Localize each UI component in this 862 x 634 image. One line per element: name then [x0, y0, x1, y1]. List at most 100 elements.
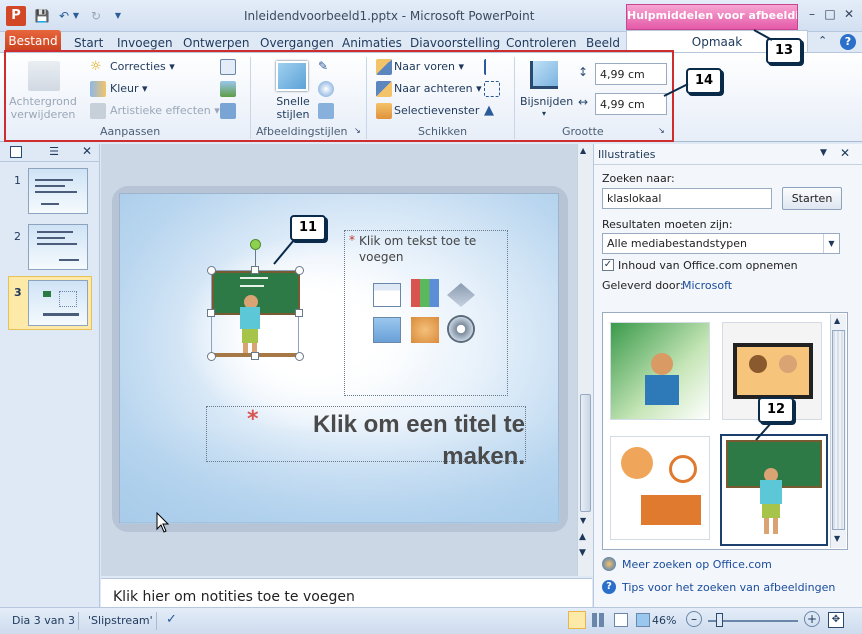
clipart-result-1[interactable]: [610, 322, 710, 420]
tab-bestand[interactable]: Bestand: [5, 30, 61, 52]
resize-handle[interactable]: [251, 352, 259, 360]
undo-dropdown-icon[interactable]: ▼: [72, 8, 80, 24]
status-divider: [78, 612, 79, 630]
picture-tools-context-tab: Hulpmiddelen voor afbeeldi...: [626, 4, 798, 30]
clipart-result-3[interactable]: [610, 436, 710, 540]
tips-link[interactable]: Tips voor het zoeken van afbeeldingen: [622, 581, 835, 594]
search-input[interactable]: [602, 188, 772, 209]
results-label: Resultaten moeten zijn:: [602, 218, 733, 231]
insert-smartart-icon[interactable]: [447, 283, 475, 307]
save-icon[interactable]: 💾: [34, 8, 50, 24]
zoom-slider-thumb[interactable]: [716, 613, 723, 627]
insert-table-icon[interactable]: [373, 283, 401, 307]
zoom-level[interactable]: 46%: [652, 614, 676, 627]
slide-thumbnail-1[interactable]: [28, 168, 88, 214]
chalkboard-writing: [240, 277, 268, 279]
redo-icon[interactable]: ↻: [88, 8, 104, 24]
resize-handle[interactable]: [295, 352, 304, 361]
task-pane-options-icon[interactable]: ▼: [820, 148, 827, 158]
more-office-icon: [602, 557, 616, 571]
rotation-handle-stem: [255, 250, 256, 267]
resize-handle[interactable]: [207, 266, 216, 275]
slide-counter: Dia 3 van 3: [12, 614, 75, 627]
rotation-handle[interactable]: [250, 239, 261, 250]
thumbnail-text: [37, 237, 65, 239]
task-pane-title: Illustraties: [598, 148, 656, 161]
clipart-figure: [764, 518, 769, 534]
slide-canvas[interactable]: * Klik om tekst toe te voegen * Klik om …: [119, 193, 560, 524]
content-placeholder[interactable]: * Klik om tekst toe te voegen: [344, 230, 508, 396]
spelling-check-icon[interactable]: ✓: [166, 612, 177, 627]
selected-clipart-picture[interactable]: [211, 270, 300, 357]
clipart-task-pane: Illustraties ▼ ✕ Zoeken naar: Starten Re…: [593, 144, 862, 607]
scroll-up-icon[interactable]: ▲: [834, 316, 840, 325]
resize-handle[interactable]: [207, 309, 215, 317]
gallery-scrollbar[interactable]: ▲ ▼: [830, 314, 846, 548]
ribbon-minimize-icon[interactable]: ⌃: [818, 34, 827, 47]
insert-media-icon[interactable]: [447, 315, 475, 343]
zoom-in-icon[interactable]: +: [804, 611, 820, 627]
zoom-out-icon[interactable]: –: [686, 611, 702, 627]
resize-handle[interactable]: [295, 309, 303, 317]
callout-14-line: [663, 83, 689, 97]
next-slide-icon[interactable]: ▼: [579, 548, 586, 558]
slide-vertical-scrollbar[interactable]: ▲ ▼ ▲ ▼: [577, 144, 593, 576]
resize-handle[interactable]: [207, 352, 216, 361]
scroll-down-icon[interactable]: ▼: [580, 516, 586, 525]
title-bar: P 💾 ↶ ▼ ↻ ▼ Inleidendvoorbeeld1.pptx - M…: [0, 0, 862, 32]
include-office-checkbox[interactable]: ✓: [602, 259, 614, 271]
outline-tab-icon[interactable]: ☰: [44, 145, 64, 159]
title-placeholder-text: Klik om een titel te maken.: [312, 411, 525, 470]
scroll-thumb[interactable]: [832, 330, 845, 530]
scroll-down-icon[interactable]: ▼: [834, 534, 840, 543]
powerpoint-app-icon[interactable]: P: [6, 6, 26, 26]
customize-qat-icon[interactable]: ▼: [110, 8, 126, 24]
slides-tab[interactable]: [10, 146, 22, 158]
student-figure: [242, 329, 258, 343]
provider-label: Geleverd door:: [602, 279, 684, 292]
clipart-desk: [641, 495, 701, 525]
reading-view-icon[interactable]: [614, 613, 628, 627]
slide-number: 1: [14, 174, 21, 187]
slide-show-view-icon[interactable]: [636, 613, 650, 627]
undo-icon[interactable]: ↶: [56, 8, 72, 24]
insert-picture-icon[interactable]: [373, 317, 401, 343]
starten-button[interactable]: Starten: [782, 187, 842, 210]
resize-handle[interactable]: [251, 266, 259, 274]
thumbnail-text: [59, 291, 77, 307]
minimize-icon[interactable]: –: [804, 6, 820, 22]
student-figure: [240, 307, 260, 329]
fit-to-window-icon[interactable]: ✥: [828, 612, 844, 628]
slide-sorter-view-icon[interactable]: [592, 613, 606, 627]
clipart-figure: [651, 353, 673, 375]
more-office-link[interactable]: Meer zoeken op Office.com: [622, 558, 772, 571]
mouse-cursor-icon: [156, 512, 170, 533]
close-icon[interactable]: ✕: [841, 6, 857, 22]
notes-pane[interactable]: Klik hier om notities toe te voegen: [101, 578, 592, 607]
maximize-icon[interactable]: □: [822, 6, 838, 22]
thumbnail-text: [37, 243, 77, 245]
slide-thumbnail-2[interactable]: [28, 224, 88, 270]
help-icon[interactable]: ?: [840, 34, 856, 50]
insert-chart-icon[interactable]: [411, 279, 439, 307]
previous-slide-icon[interactable]: ▲: [579, 532, 586, 542]
provider-link[interactable]: Microsoft: [682, 279, 732, 292]
title-placeholder[interactable]: * Klik om een titel te maken.: [206, 406, 526, 470]
scroll-thumb[interactable]: [580, 394, 591, 512]
close-pane-icon[interactable]: ✕: [82, 144, 92, 158]
callout-13-line: [753, 29, 773, 41]
thumbnail-text: [41, 203, 59, 205]
normal-view-icon[interactable]: [568, 611, 586, 629]
task-pane-divider: [594, 164, 862, 165]
callout-12-line: [273, 239, 295, 265]
scroll-up-icon[interactable]: ▲: [580, 146, 586, 155]
clipart-result-4-selected[interactable]: [720, 434, 828, 546]
chevron-down-icon[interactable]: ▼: [823, 234, 839, 253]
insert-clipart-icon[interactable]: [411, 317, 439, 343]
task-pane-close-icon[interactable]: ✕: [840, 146, 850, 160]
results-type-select[interactable]: Alle mediabestandstypen ▼: [602, 233, 840, 254]
clipart-figure: [760, 480, 782, 504]
thumbnail-text: [37, 231, 73, 233]
slides-pane: ☰ ✕ 1 2 3: [0, 144, 100, 607]
slide-thumbnail-3[interactable]: [28, 280, 88, 326]
